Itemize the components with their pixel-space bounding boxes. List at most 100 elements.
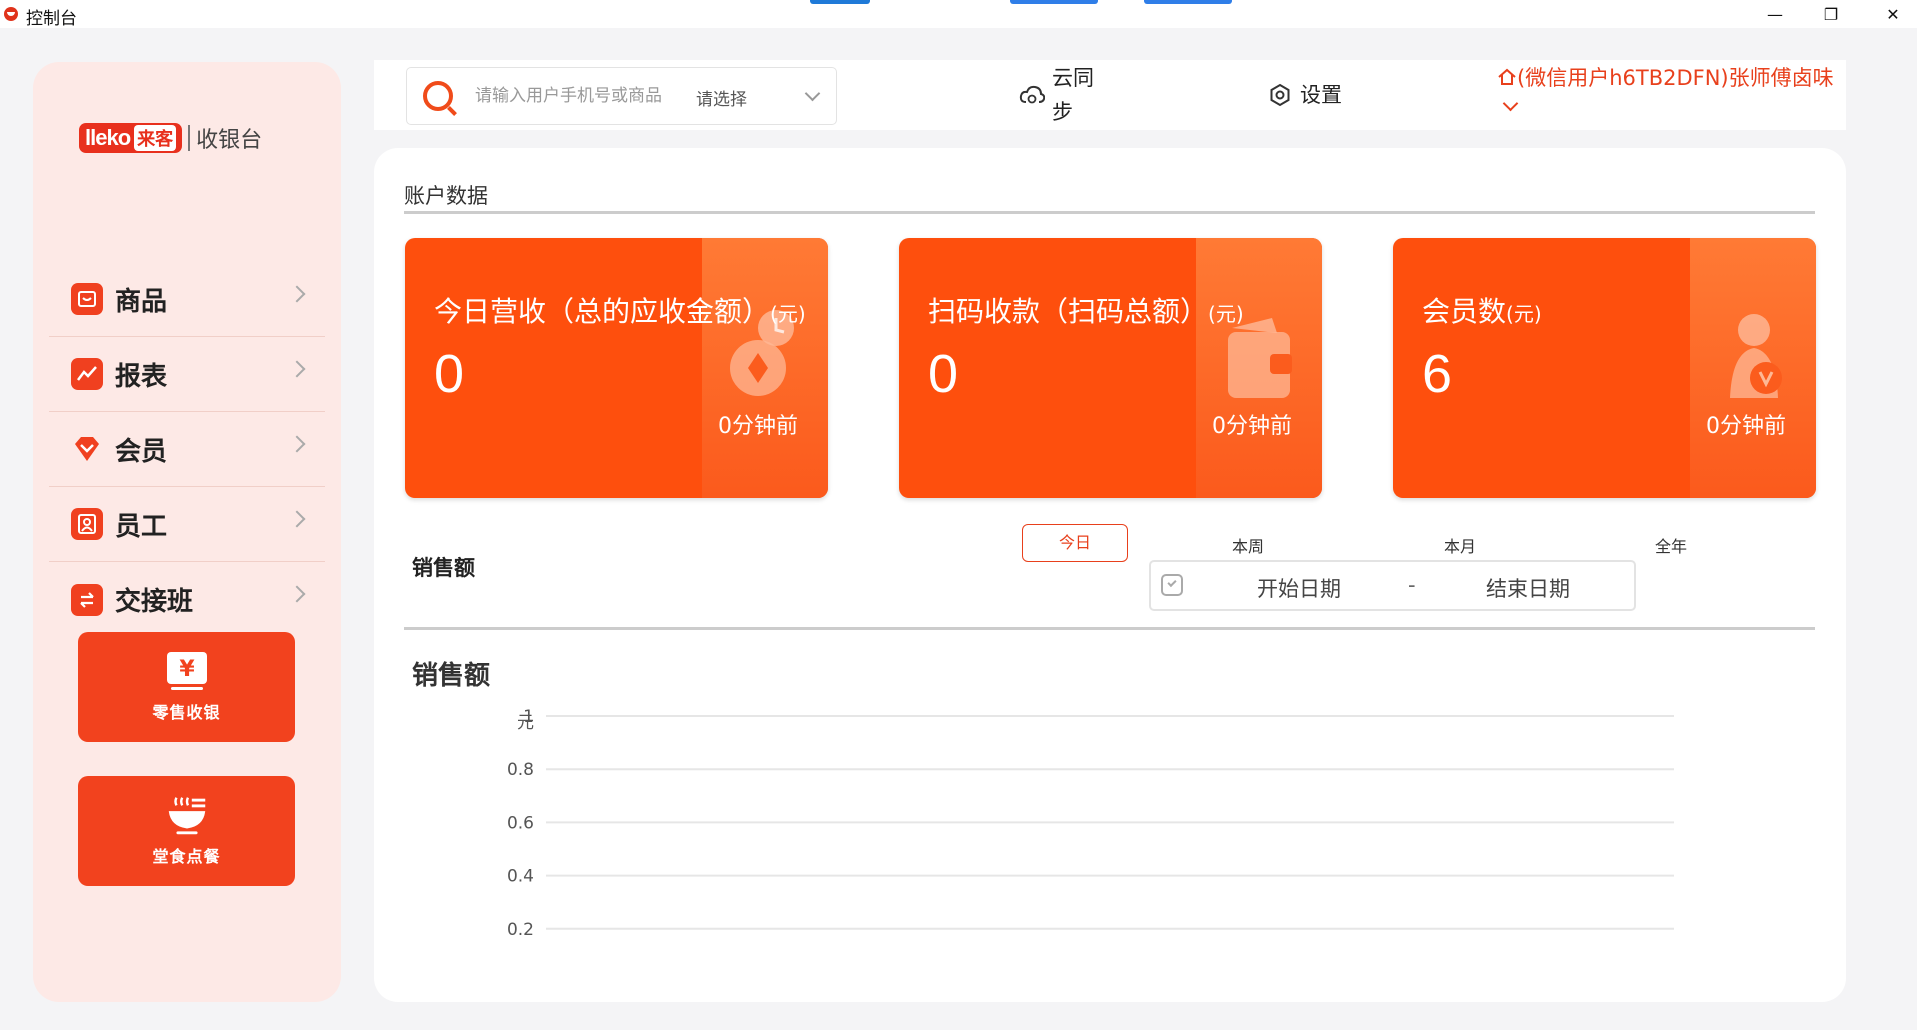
titlebar-accent-2	[1010, 0, 1098, 4]
end-date-field[interactable]: 结束日期	[1486, 573, 1570, 603]
sidebar: lleko 来客 收银台 商品 报表 会员 员工 交接班 ¥ 零售收银 堂食点餐	[33, 62, 341, 1002]
y-tick-label: 0.2	[507, 920, 534, 940]
y-tick-label: 1	[523, 707, 534, 727]
sidebar-item-label: 商品	[115, 286, 168, 317]
sidebar-item-shift-handover[interactable]: 交接班	[49, 562, 325, 637]
retail-cashier-label: 零售收银	[152, 703, 221, 722]
sidebar-item-products[interactable]: 商品	[49, 262, 325, 337]
staff-icon	[71, 508, 103, 540]
sidebar-item-label: 报表	[115, 361, 168, 392]
card-label-text: 今日营收（总的应收金额）	[434, 295, 771, 328]
shift-handover-icon	[71, 583, 103, 616]
brand-logo: lleko 来客	[79, 123, 183, 153]
tab-today[interactable]: 今日	[1022, 524, 1128, 562]
card-label-text: 扫码收款（扫码总额）	[928, 295, 1209, 328]
brand-separator	[188, 125, 191, 151]
chevron-right-icon	[288, 510, 306, 528]
product-icon	[71, 283, 103, 315]
tab-full-year[interactable]: 全年	[1655, 533, 1687, 557]
settings-button[interactable]: 设置	[1266, 60, 1344, 130]
window-title: 控制台	[26, 9, 77, 29]
brand-logo-cn: 来客	[134, 125, 177, 151]
card-label-text: 会员数	[1422, 295, 1507, 328]
settings-label: 设置	[1300, 83, 1342, 107]
minimize-button[interactable]: —	[1752, 0, 1798, 28]
card-value: 6	[1422, 344, 1453, 404]
cloud-sync-label: 云同步	[1052, 66, 1094, 124]
sidebar-item-label: 员工	[115, 511, 168, 542]
chevron-right-icon	[288, 285, 306, 303]
member-badge-icon	[1730, 314, 1782, 398]
qr-payment-card[interactable]: 扫码收款（扫码总额）(元) 0 0分钟前	[899, 238, 1322, 498]
chevron-down-icon[interactable]	[804, 85, 821, 102]
card-value: 0	[434, 344, 465, 404]
retail-cashier-icon: ¥	[163, 651, 211, 691]
home-icon	[1498, 68, 1516, 85]
y-tick-label: 0.6	[507, 813, 534, 833]
search-box[interactable]: 请选择	[406, 67, 837, 125]
revenue-card[interactable]: 今日营收（总的应收金额）(元) 0 0分钟前	[405, 238, 828, 498]
top-bar: 请选择 云同步 设置 (微信用户h6TB2DFN)张师傅卤味	[374, 60, 1846, 130]
chart-divider	[404, 627, 1815, 630]
chevron-right-icon	[288, 360, 306, 378]
card-unit: (元)	[1208, 302, 1244, 326]
sidebar-nav: 商品 报表 会员 员工 交接班	[49, 262, 325, 637]
card-label: 今日营收（总的应收金额）(元)	[434, 290, 806, 330]
title-bar: 控制台 — ❐ ✕	[0, 0, 1917, 29]
card-updated-time: 0分钟前	[1706, 414, 1786, 439]
chart-title: 销售额	[412, 661, 491, 691]
sidebar-item-reports[interactable]: 报表	[49, 337, 325, 412]
sidebar-item-label: 会员	[115, 436, 168, 467]
sidebar-item-label: 交接班	[115, 587, 194, 617]
user-menu[interactable]: (微信用户h6TB2DFN)张师傅卤味	[1497, 62, 1834, 112]
card-unit: (元)	[1506, 302, 1542, 326]
y-tick-label: 0.8	[507, 760, 534, 780]
close-button[interactable]: ✕	[1870, 0, 1916, 28]
tab-this-month[interactable]: 本月	[1444, 533, 1476, 557]
brand-subtitle: 收银台	[196, 128, 263, 153]
calendar-icon	[1161, 574, 1183, 596]
titlebar-accent-1	[810, 0, 870, 4]
card-updated-time: 0分钟前	[718, 414, 798, 439]
chevron-right-icon	[288, 585, 306, 603]
member-count-card[interactable]: 会员数(元) 6 0分钟前	[1393, 238, 1816, 498]
card-updated-time: 0分钟前	[1212, 414, 1292, 439]
tab-this-week[interactable]: 本周	[1232, 533, 1264, 557]
section-divider	[404, 211, 1815, 214]
main-panel: 账户数据 今日营收（总的应收金额）(元) 0 0分钟前 扫码收款（扫码总额）(元…	[374, 148, 1846, 1002]
section-title: 账户数据	[404, 184, 488, 208]
titlebar-accent-3	[1144, 0, 1232, 4]
date-range-picker[interactable]: 开始日期 - 结束日期	[1149, 560, 1636, 611]
user-name: (微信用户h6TB2DFN)张师傅卤味	[1497, 62, 1834, 92]
user-name-text: (微信用户h6TB2DFN)张师傅卤味	[1517, 66, 1834, 90]
member-icon	[71, 433, 103, 465]
start-date-field[interactable]: 开始日期	[1257, 573, 1341, 603]
sidebar-item-members[interactable]: 会员	[49, 412, 325, 487]
date-separator: -	[1408, 573, 1416, 597]
search-icon	[423, 81, 453, 111]
card-label: 会员数(元)	[1422, 290, 1542, 330]
retail-cashier-button[interactable]: ¥ 零售收银	[78, 632, 295, 742]
search-input[interactable]	[475, 84, 681, 108]
brand: lleko 来客 收银台	[79, 122, 262, 154]
report-icon	[71, 358, 103, 390]
chevron-right-icon	[288, 435, 306, 453]
card-value: 0	[928, 344, 959, 404]
y-tick-label: 0.4	[507, 867, 534, 887]
card-label: 扫码收款（扫码总额）(元)	[928, 290, 1244, 330]
chevron-down-icon[interactable]	[1502, 95, 1519, 112]
svg-text:¥: ¥	[179, 657, 195, 682]
cloud-sync-button[interactable]: 云同步	[1018, 60, 1096, 130]
gear-icon	[1266, 81, 1294, 109]
cloud-sync-icon	[1018, 81, 1046, 109]
brand-logo-latin: lleko	[85, 125, 131, 150]
sales-label: 销售额	[412, 556, 475, 580]
sales-chart: 元10.80.60.40.2	[507, 707, 1674, 940]
app-icon	[4, 7, 18, 21]
dine-in-order-label: 堂食点餐	[152, 847, 221, 866]
dine-in-order-button[interactable]: 堂食点餐	[78, 776, 295, 886]
dine-in-order-icon	[163, 795, 211, 835]
search-category-select[interactable]: 请选择	[696, 85, 747, 110]
sidebar-item-staff[interactable]: 员工	[49, 487, 325, 562]
maximize-button[interactable]: ❐	[1808, 0, 1854, 28]
